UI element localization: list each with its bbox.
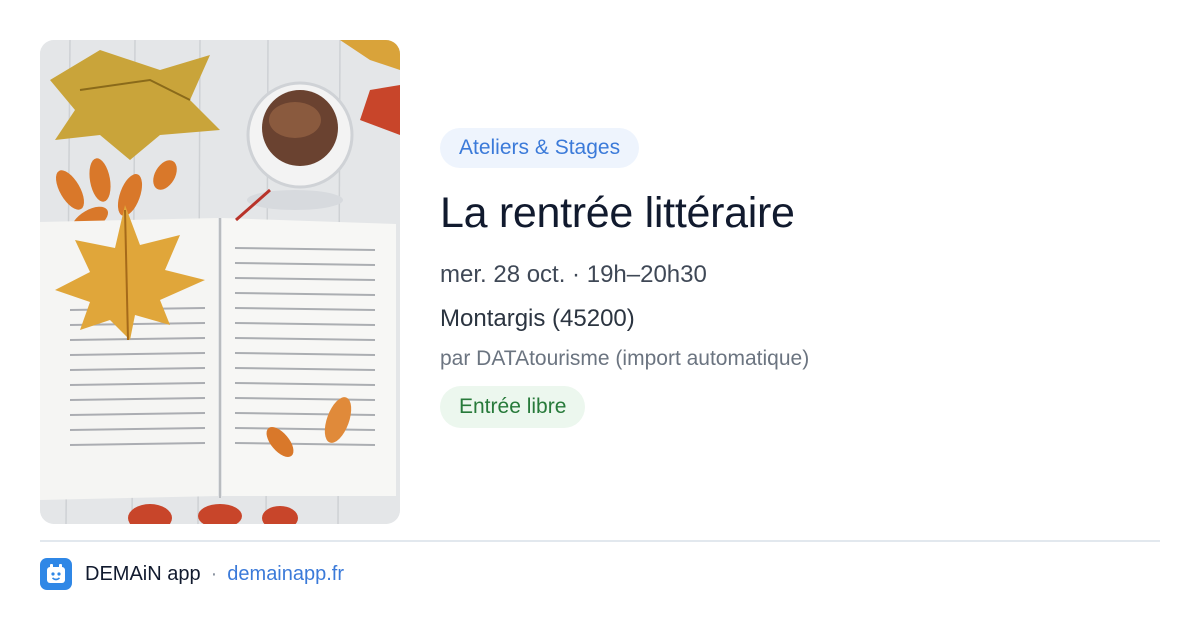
event-organizer: par DATAtourisme (import automatique) — [440, 347, 810, 370]
app-url-link[interactable]: demainapp.fr — [227, 563, 344, 586]
app-name: DEMAiN app — [85, 562, 201, 585]
event-location: Montargis (45200) — [440, 305, 635, 332]
category-badge[interactable]: Ateliers & Stages — [440, 128, 640, 168]
price-badge: Entrée libre — [440, 386, 586, 428]
event-info: Ateliers & Stages La rentrée littéraire … — [440, 128, 1140, 428]
footer: DEMAiN app · demainapp.fr — [40, 558, 344, 590]
event-title[interactable]: La rentrée littéraire — [440, 186, 1140, 240]
event-datetime: mer. 28 oct. · 19h–20h30 — [440, 261, 707, 288]
event-card[interactable]: Ateliers & Stages La rentrée littéraire … — [40, 40, 1160, 524]
event-image — [40, 40, 400, 524]
book-coffee-photo-illustration — [40, 40, 400, 524]
footer-divider — [40, 540, 1160, 542]
calendar-face-icon — [47, 564, 65, 583]
demain-app-logo-icon[interactable] — [40, 558, 72, 590]
footer-separator: · — [210, 562, 218, 585]
